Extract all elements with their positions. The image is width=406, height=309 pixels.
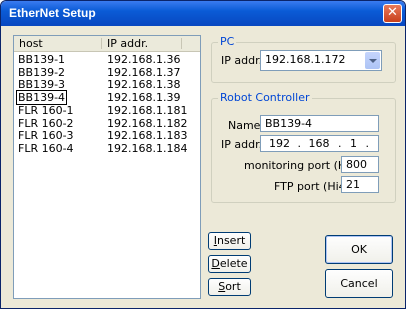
host-list[interactable]: host IP addr. BB139-1 192.168.1.36 BB139-2… bbox=[13, 35, 201, 299]
column-header-ip[interactable]: IP addr. bbox=[107, 37, 148, 50]
ftp-port-label: FTP port (Hi4) bbox=[274, 180, 350, 193]
pc-ip-dropdown[interactable]: 192.168.1.172 bbox=[260, 50, 382, 71]
column-divider[interactable] bbox=[101, 38, 102, 49]
list-item[interactable]: BB139-3 192.168.1.38 bbox=[14, 78, 200, 91]
host-name: FLR 160-4 bbox=[18, 141, 74, 155]
delete-label: elete bbox=[219, 257, 248, 270]
monitoring-port-value: 800 bbox=[346, 158, 367, 171]
list-item[interactable]: FLR 160-4 192.168.1.184 bbox=[14, 142, 200, 155]
ip-octet-3: 1 bbox=[350, 137, 357, 150]
ip-octet-2: 168 bbox=[308, 137, 330, 150]
column-header-host[interactable]: host bbox=[19, 37, 43, 50]
list-header: host IP addr. bbox=[14, 36, 200, 52]
ok-button[interactable]: OK bbox=[325, 235, 393, 264]
host-ip: 192.168.1.39 bbox=[107, 91, 181, 105]
monitoring-port-field[interactable]: 800 bbox=[341, 156, 379, 173]
window-title: EtherNet Setup bbox=[9, 6, 96, 20]
host-name: BB139-1 bbox=[18, 53, 66, 66]
host-ip: 192.168.1.37 bbox=[107, 65, 181, 79]
host-name: FLR 160-2 bbox=[18, 116, 74, 130]
ip-octet-1: 192 bbox=[269, 137, 290, 150]
host-ip: 192.168.1.184 bbox=[107, 141, 188, 155]
host-ip: 192.168.1.182 bbox=[107, 116, 188, 130]
delete-accelerator: D bbox=[211, 257, 220, 270]
host-name: BB139-4 bbox=[15, 90, 68, 106]
ftp-port-field[interactable]: 21 bbox=[341, 176, 379, 193]
cancel-button[interactable]: Cancel bbox=[325, 269, 393, 298]
ok-label: OK bbox=[351, 243, 367, 256]
ip-dot: . bbox=[365, 137, 370, 150]
host-name: BB139-3 bbox=[18, 78, 66, 92]
host-name: FLR 160-3 bbox=[18, 129, 74, 143]
robot-name-field[interactable]: BB139-4 bbox=[260, 115, 379, 132]
list-item[interactable]: BB139-2 192.168.1.37 bbox=[14, 66, 200, 79]
list-item[interactable]: BB139-1 192.168.1.36 bbox=[14, 53, 200, 66]
ip-dot: . bbox=[297, 137, 302, 150]
sort-button[interactable]: Sort bbox=[208, 278, 251, 296]
robot-group-legend: Robot Controller bbox=[218, 91, 312, 104]
list-item[interactable]: FLR 160-3 192.168.1.183 bbox=[14, 129, 200, 142]
robot-ip-field[interactable]: 192 . 168 . 1 . 39 bbox=[260, 135, 379, 152]
close-icon: ✕ bbox=[387, 5, 398, 20]
host-ip: 192.168.1.181 bbox=[107, 103, 188, 117]
robot-name-value: BB139-4 bbox=[265, 117, 313, 130]
pc-ip-label: IP addr. bbox=[221, 54, 263, 67]
list-item[interactable]: FLR 160-1 192.168.1.181 bbox=[14, 104, 200, 117]
insert-label: nsert bbox=[216, 234, 246, 247]
close-button[interactable]: ✕ bbox=[383, 4, 402, 23]
pc-group: PC IP addr. 192.168.1.172 bbox=[211, 35, 396, 83]
list-item[interactable]: BB139-4 192.168.1.39 bbox=[14, 90, 200, 106]
robot-name-label: Name bbox=[228, 119, 261, 132]
host-ip: 192.168.1.36 bbox=[107, 53, 181, 66]
ip-dot: . bbox=[338, 137, 342, 150]
chevron-down-icon[interactable] bbox=[365, 52, 380, 69]
robot-controller-group: Robot Controller Name BB139-4 IP addr. 1… bbox=[211, 91, 396, 203]
title-bar[interactable]: EtherNet Setup ✕ bbox=[1, 1, 405, 26]
delete-button[interactable]: Delete bbox=[208, 255, 251, 273]
ethernet-setup-dialog: EtherNet Setup ✕ host IP addr. BB139-1 19… bbox=[0, 0, 406, 309]
cancel-label: Cancel bbox=[340, 277, 378, 290]
host-name: FLR 160-1 bbox=[18, 103, 74, 117]
ip-octet-4: 39 bbox=[378, 137, 379, 150]
column-divider[interactable] bbox=[181, 38, 182, 49]
host-ip: 192.168.1.183 bbox=[107, 129, 188, 143]
host-ip: 192.168.1.38 bbox=[107, 78, 181, 92]
pc-ip-value: 192.168.1.172 bbox=[265, 53, 346, 66]
host-name: BB139-2 bbox=[18, 65, 66, 79]
ftp-port-value: 21 bbox=[346, 178, 360, 191]
sort-label: ort bbox=[225, 280, 241, 293]
robot-ip-label: IP addr. bbox=[221, 138, 263, 151]
list-item[interactable]: FLR 160-2 192.168.1.182 bbox=[14, 117, 200, 130]
pc-group-legend: PC bbox=[218, 35, 237, 48]
insert-button[interactable]: Insert bbox=[208, 232, 251, 250]
